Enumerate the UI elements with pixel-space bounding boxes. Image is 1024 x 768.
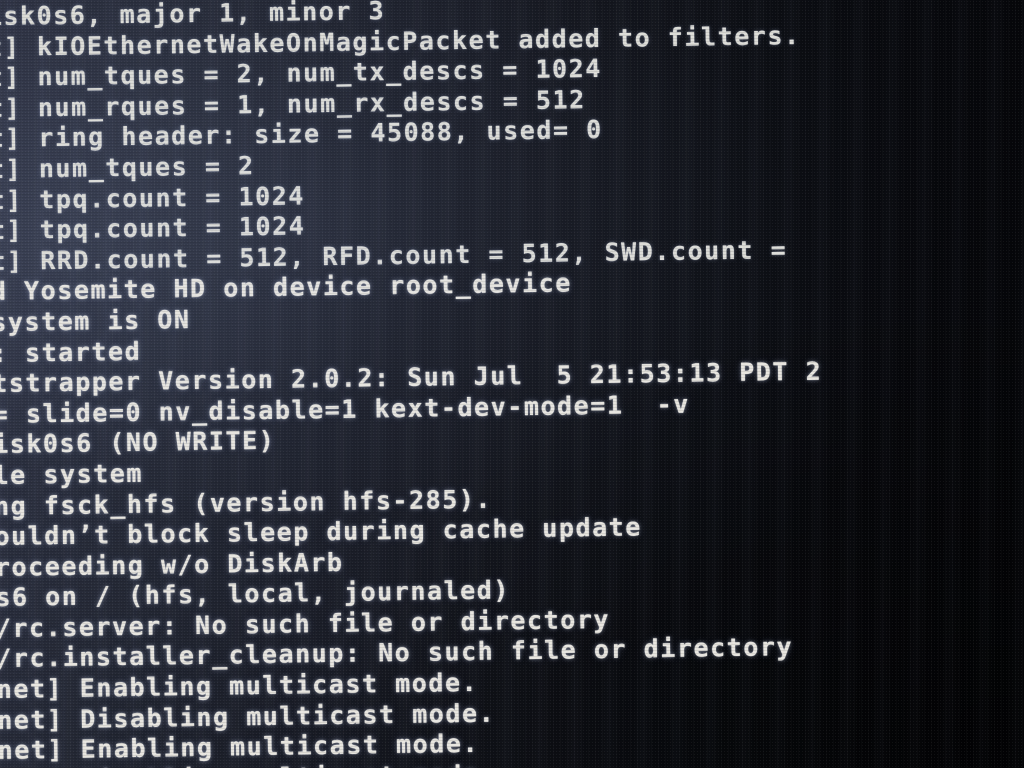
verbose-boot-console: : disk0s6, major 1, minor 3rnet] kIOEthe…	[0, 0, 1024, 768]
boot-screen-photo: : disk0s6, major 1, minor 3rnet] kIOEthe…	[0, 0, 1024, 768]
